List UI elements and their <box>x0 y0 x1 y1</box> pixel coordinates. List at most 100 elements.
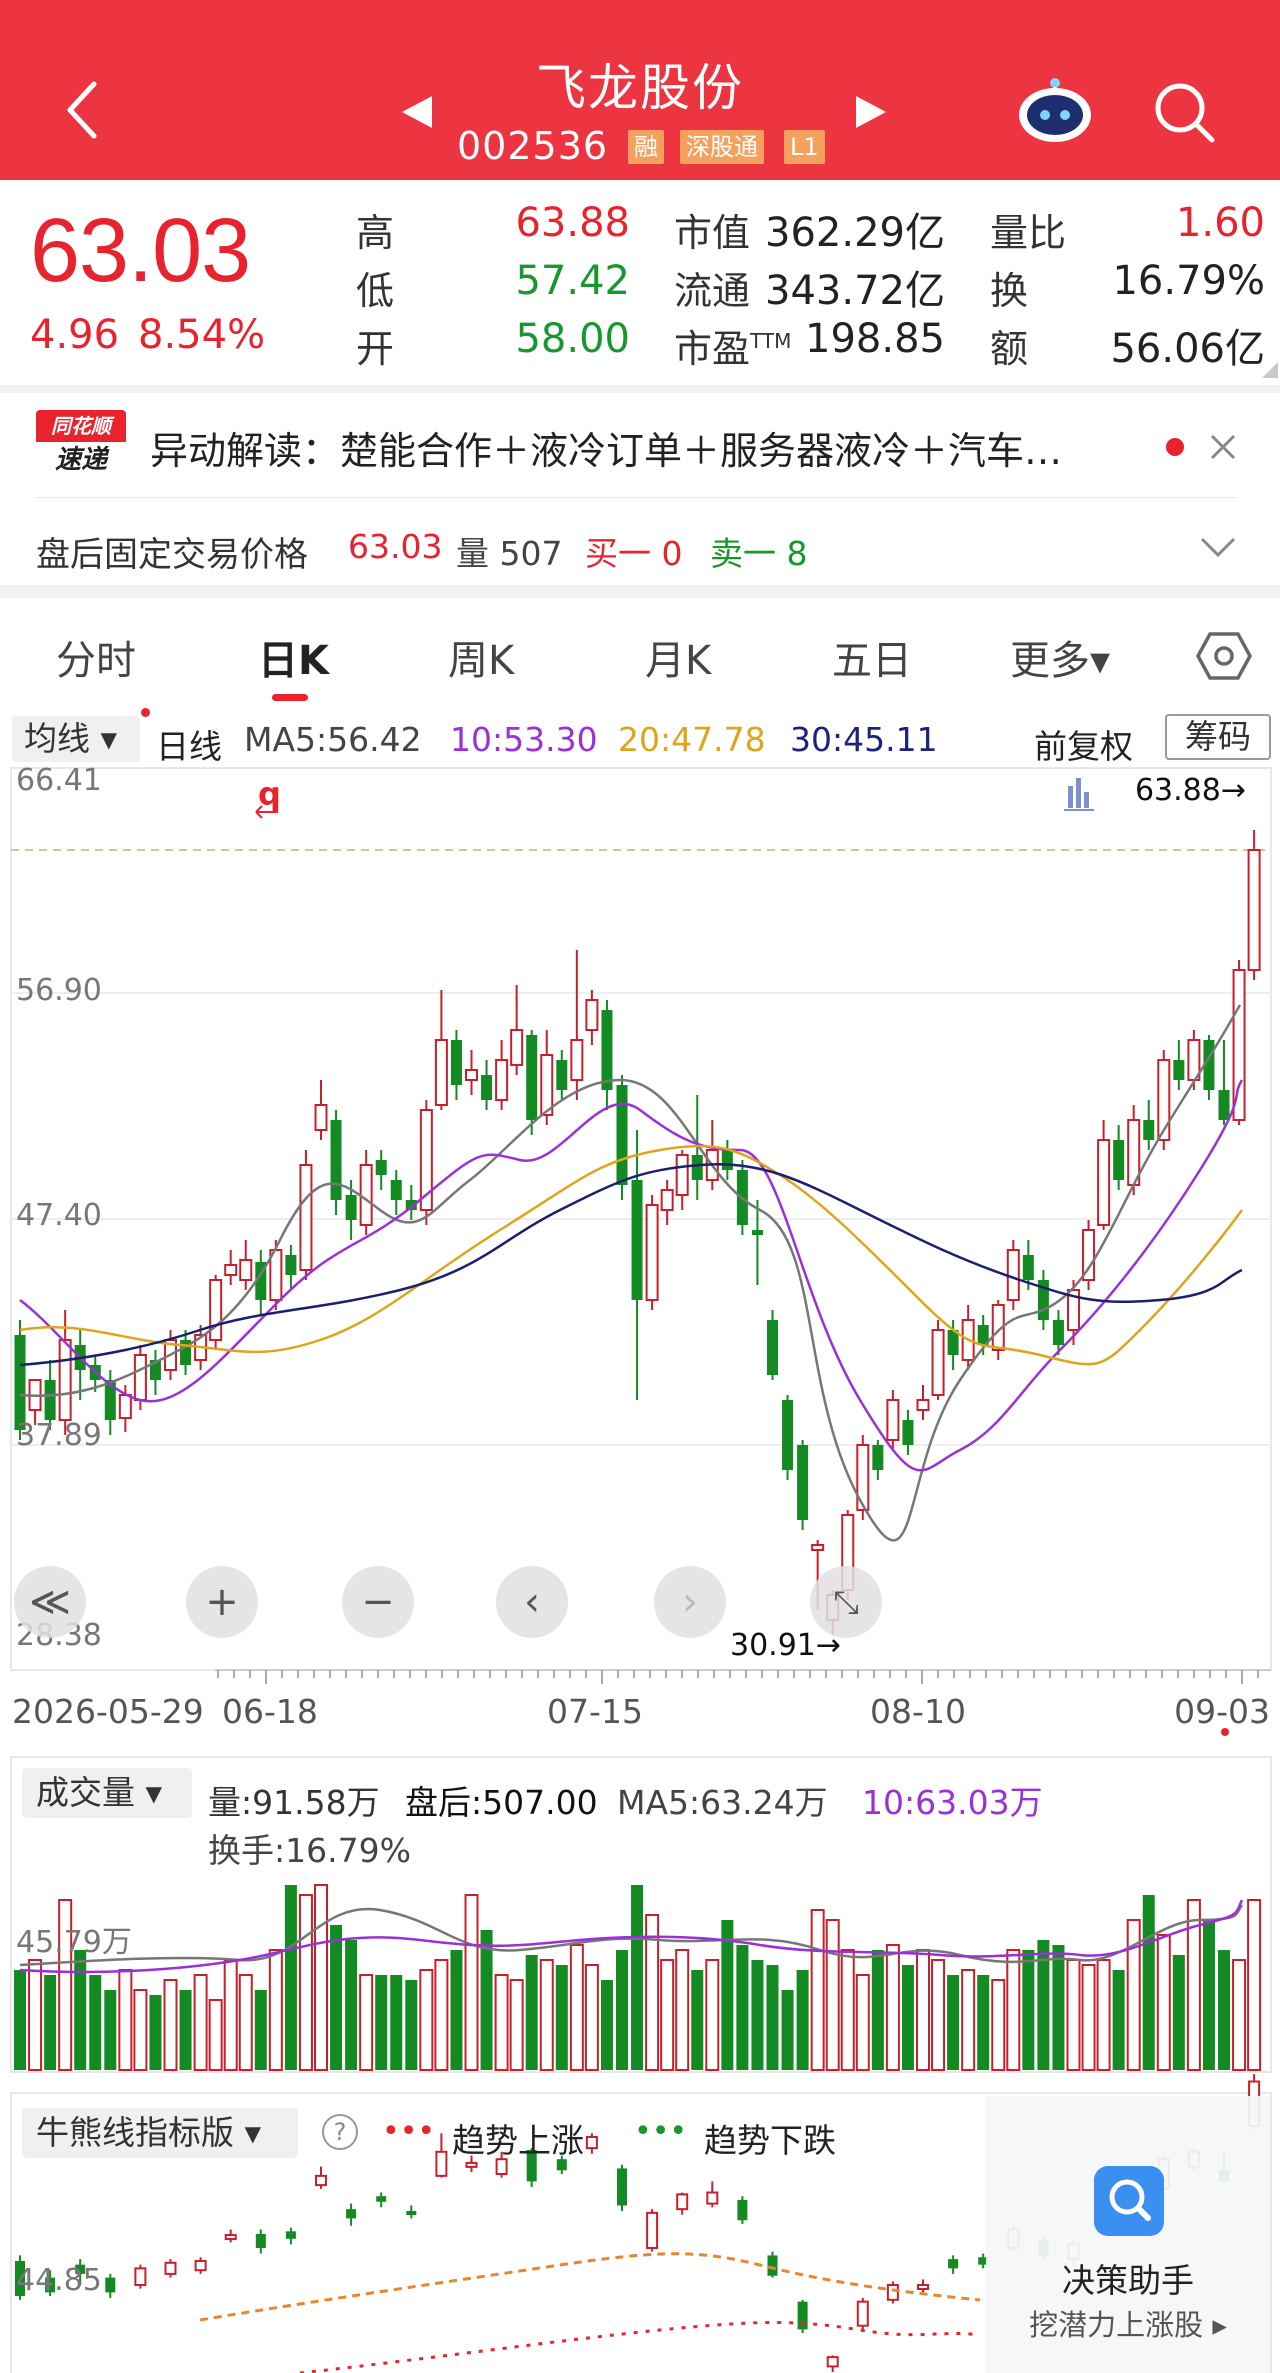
zoom-out-button[interactable]: − <box>342 1566 414 1638</box>
volume-bar-down <box>525 1955 538 2070</box>
q-marker-icon: q <box>255 775 281 819</box>
volume-bar-down <box>1052 1945 1065 2070</box>
volume-bar-up <box>931 1959 946 2071</box>
volume-bar-down <box>1112 1970 1125 2070</box>
indicator-dropdown[interactable]: 牛熊线指标版 ▾ <box>22 2108 298 2158</box>
candle-body-up <box>118 1394 132 1419</box>
volume-bar-up <box>675 1949 690 2071</box>
volume-bar-down <box>751 1960 764 2070</box>
volume-turnover: 换手:16.79% <box>208 1831 411 1870</box>
volume-bar-up <box>825 1919 840 2071</box>
volume-bar-down <box>766 1965 779 2070</box>
volume-bar-down <box>104 1990 117 2070</box>
zoom-in-button[interactable]: + <box>186 1566 258 1638</box>
volume-bar-up <box>1156 1934 1171 2071</box>
candle-body-down <box>14 1335 26 1430</box>
low-marker: 30.91→ <box>730 1628 841 1663</box>
volume-bar-up <box>840 1949 855 2071</box>
volume-bar-up <box>961 1969 976 2071</box>
kline-chart[interactable]: 66.4156.9047.4037.8928.38 63.88→ 30.91→ … <box>0 0 1280 2373</box>
candle-body-down <box>902 1420 914 1445</box>
candle-body-up <box>58 1339 72 1421</box>
candle-body-down <box>1113 1140 1125 1180</box>
volume-bar-up <box>810 1909 825 2071</box>
volume-bar-down <box>405 1980 418 2070</box>
x-axis-label: 07-15 <box>547 1692 643 1731</box>
volume-dropdown[interactable]: 成交量 ▾ <box>22 1768 192 1818</box>
candle-body-down <box>691 1155 703 1180</box>
after-hours-volume-value: 盘后:507.00 <box>405 1783 598 1822</box>
candle-body-up <box>570 1039 584 1081</box>
rewind-button[interactable]: ≪ <box>14 1566 86 1638</box>
indicator-candle-up <box>465 2161 478 2168</box>
volume-bar-up <box>1232 1959 1247 2071</box>
candle-body-up <box>886 1399 900 1441</box>
help-icon[interactable]: ? <box>322 2114 358 2150</box>
candle-body-up <box>1247 849 1261 971</box>
candle-body-up <box>434 1039 448 1106</box>
candle-body-down <box>390 1180 402 1200</box>
indicator-candle-down <box>948 2259 959 2269</box>
candle-body-up <box>1006 1249 1020 1301</box>
volume-bar-down <box>480 1930 493 2070</box>
volume-bar-down <box>390 1975 403 2070</box>
indicator-candle-up <box>917 2284 929 2290</box>
candle-body-down <box>44 1380 56 1420</box>
volume-bar-up <box>163 1979 178 2071</box>
ma-line <box>19 1004 1242 1542</box>
candle-body-down <box>450 1040 462 1085</box>
volume-bar-down <box>375 1975 388 2070</box>
y-axis-label: 56.90 <box>16 973 102 1008</box>
volume-bar-up <box>539 1959 554 2071</box>
high-marker: 63.88→ <box>1135 773 1246 808</box>
fullscreen-button[interactable]: ⤡ <box>810 1566 882 1638</box>
candle-body-down <box>345 1195 357 1220</box>
decision-assistant-card[interactable]: 决策助手 挖潜力上涨股 ▸ <box>986 2096 1270 2373</box>
volume-bar-up <box>238 1974 253 2071</box>
candle-body-down <box>556 1060 568 1090</box>
indicator-candle-up <box>826 2356 839 2368</box>
indicator-candle-up <box>706 2191 719 2205</box>
volume-bar-down <box>691 1970 704 2070</box>
volume-bar-up <box>1247 1899 1262 2071</box>
candle-body-up <box>811 1544 825 1551</box>
candle-body-up <box>359 1164 373 1226</box>
candle-body-down <box>1173 1060 1185 1080</box>
volume-bar-down <box>1142 1895 1155 2070</box>
volume-bar-down <box>44 1975 57 2070</box>
candle-body-down <box>375 1160 387 1175</box>
scroll-left-button[interactable]: ‹ <box>496 1566 568 1638</box>
candle-body-up <box>224 1264 238 1276</box>
indicator-candle-up <box>886 2284 899 2301</box>
candle-body-down <box>1218 1090 1230 1120</box>
volume-bar-down <box>1172 1955 1185 2070</box>
candle-body-up <box>299 1164 313 1271</box>
scroll-right-button[interactable]: › <box>654 1566 726 1638</box>
indicator-candle-down <box>346 2209 357 2219</box>
candle-body-up <box>931 1329 945 1396</box>
indicator-candle-down <box>797 2301 808 2330</box>
candle-body-down <box>872 1445 884 1470</box>
volume-bar-up <box>1006 1949 1021 2071</box>
x-axis-label: 08-10 <box>870 1692 966 1731</box>
volume-value: 量:91.58万 <box>208 1783 380 1822</box>
indicator-candle-up <box>676 2193 689 2211</box>
volume-bar-down <box>330 1925 343 2070</box>
candle-body-down <box>631 1180 643 1300</box>
volume-bar-up <box>509 1979 524 2071</box>
candle-body-down <box>481 1075 493 1100</box>
volume-bar-down <box>89 1975 102 2070</box>
indicator-candle-up <box>315 2174 327 2187</box>
x-axis-label: 2026-05-29 <box>12 1692 204 1731</box>
indicator-candle-down <box>285 2231 296 2239</box>
volume-bar-up <box>118 1969 133 2071</box>
volume-bar-down <box>947 1975 960 2070</box>
indicator-candle-down <box>376 2196 387 2202</box>
candle-body-down <box>1143 1120 1155 1140</box>
decision-assistant-icon <box>1094 2166 1164 2236</box>
volume-bar-down <box>736 1945 749 2070</box>
indicator-candle-down <box>767 2255 778 2276</box>
volume-bar-down <box>600 1980 613 2070</box>
indicator-candle-up <box>435 2150 448 2177</box>
candle-body-up <box>675 1154 689 1196</box>
